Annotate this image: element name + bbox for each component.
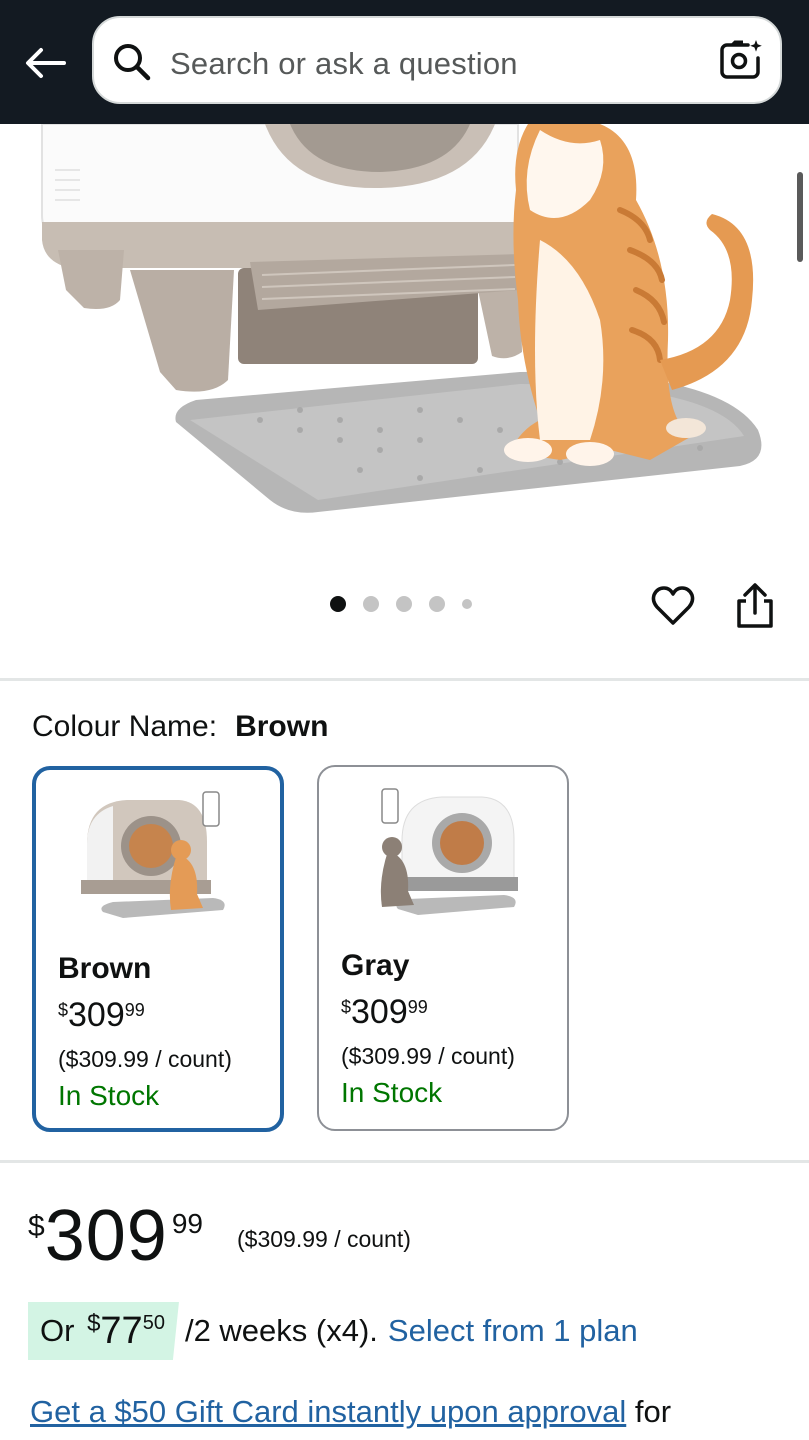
- swatch-brown-price-fraction: 99: [124, 1000, 145, 1020]
- share-icon[interactable]: [733, 582, 777, 630]
- swatch-gray-price-currency: $: [341, 997, 352, 1017]
- carousel-dot-1[interactable]: [330, 596, 346, 612]
- swatch-gray-price-whole: 309: [351, 993, 408, 1031]
- installment-terms: /2 weeks (x4).: [184, 1313, 378, 1348]
- search-input[interactable]: Search or ask a question: [170, 46, 518, 82]
- installment-fraction: 50: [142, 1311, 165, 1334]
- carousel-dot-3[interactable]: [396, 596, 412, 612]
- swatch-gray-stock: In Stock: [341, 1077, 443, 1108]
- installment-prefix: Or: [40, 1313, 75, 1348]
- installment-whole: 77: [100, 1309, 143, 1352]
- price-currency: $: [28, 1210, 45, 1243]
- gift-card-link[interactable]: Get a $50 Gift Card instantly upon appro…: [30, 1394, 626, 1429]
- swatch-brown-image: [81, 791, 225, 918]
- camera-search-icon[interactable]: [718, 38, 764, 84]
- scrollbar-thumb[interactable]: [797, 172, 803, 262]
- swatch-brown-price-whole: 309: [68, 996, 125, 1034]
- swatch-gray-unit-price: ($309.99 / count): [341, 1043, 515, 1069]
- gift-card-suffix: for: [634, 1394, 672, 1429]
- swatch-brown-price-currency: $: [58, 1000, 69, 1020]
- carousel-dot-2[interactable]: [363, 596, 379, 612]
- section-divider: [0, 678, 809, 681]
- swatch-brown-stock: In Stock: [58, 1080, 160, 1111]
- carousel-dot-5[interactable]: [462, 599, 472, 609]
- swatch-gray-price-fraction: 99: [407, 997, 428, 1017]
- variation-label-text: Colour Name:: [32, 710, 218, 743]
- swatch-gray-name: Gray: [341, 949, 410, 982]
- swatch-brown-price: $30999: [58, 996, 145, 1035]
- variation-selected-value: Brown: [235, 710, 329, 743]
- swatch-brown-name: Brown: [58, 952, 152, 985]
- swatch-gray[interactable]: Gray $30999 ($309.99 / count) In Stock: [317, 765, 569, 1131]
- installment-currency: $: [87, 1309, 101, 1337]
- section-divider: [0, 1160, 809, 1163]
- product-photo: [41, 124, 762, 513]
- price-fraction: 99: [171, 1208, 203, 1239]
- product-image[interactable]: [0, 124, 809, 554]
- select-plan-link[interactable]: Select from 1 plan: [388, 1313, 638, 1349]
- carousel-dot-4[interactable]: [429, 596, 445, 612]
- installment-chip: Or $7750: [28, 1302, 179, 1360]
- back-arrow-icon: [26, 48, 66, 78]
- product-price: $ 309 99: [28, 1200, 203, 1272]
- swatch-gray-image: [380, 788, 518, 915]
- swatch-gray-price: $30999: [341, 993, 428, 1032]
- search-icon: [114, 44, 151, 81]
- price-unit: ($309.99 / count): [237, 1226, 411, 1252]
- top-bar: Search or ask a question: [0, 0, 809, 124]
- price-whole: 309: [44, 1196, 168, 1276]
- image-carousel-indicator: [330, 596, 472, 612]
- installment-plan: Or $7750 /2 weeks (x4). Select from 1 pl…: [28, 1302, 638, 1360]
- swatch-brown-unit-price: ($309.99 / count): [58, 1046, 232, 1072]
- gift-card-promo: Get a $50 Gift Card instantly upon appro…: [30, 1394, 671, 1430]
- search-bar[interactable]: Search or ask a question: [92, 16, 782, 104]
- back-button[interactable]: [22, 40, 68, 86]
- variation-label: Colour Name: Brown: [32, 710, 328, 744]
- swatch-brown[interactable]: Brown $30999 ($309.99 / count) In Stock: [32, 766, 284, 1132]
- heart-icon[interactable]: [650, 583, 696, 629]
